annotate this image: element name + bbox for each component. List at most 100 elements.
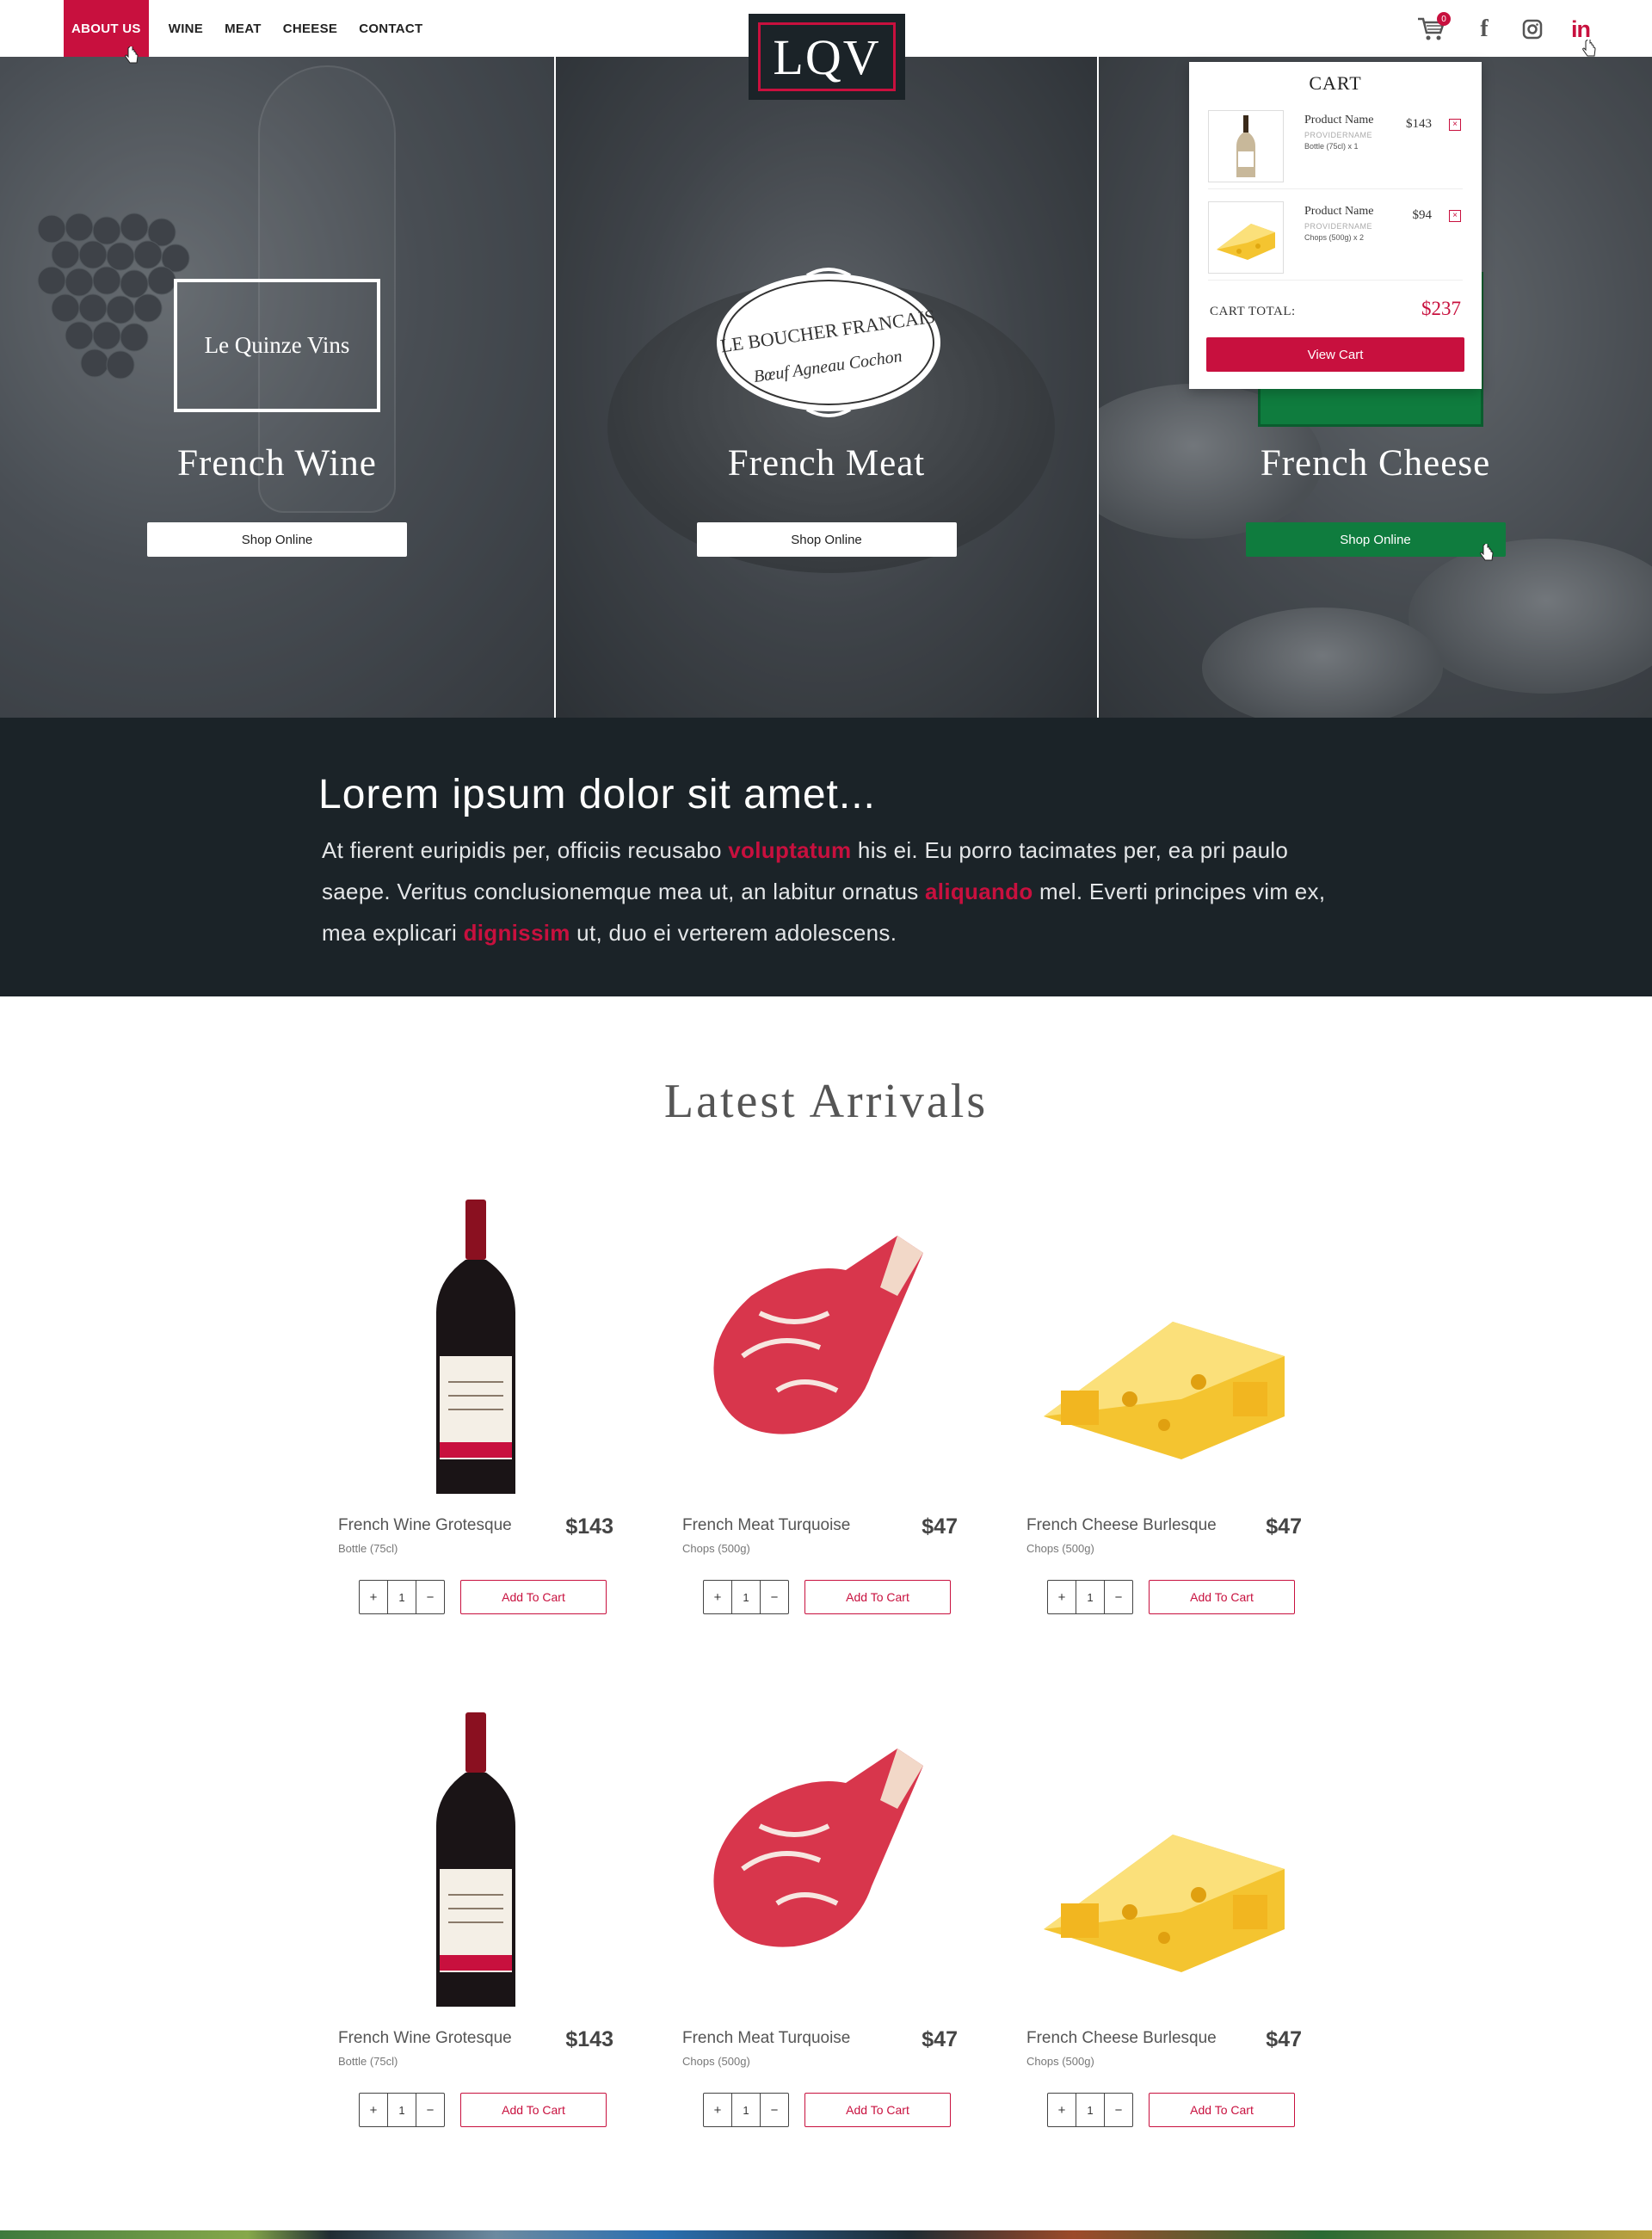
- cart-item-thumbnail[interactable]: [1208, 110, 1284, 182]
- increment-button[interactable]: +: [704, 2094, 731, 2126]
- intro-paragraph: At fierent euripidis per, officiis recus…: [322, 830, 1337, 953]
- decrement-button[interactable]: −: [761, 2094, 788, 2126]
- decrement-button[interactable]: −: [761, 1581, 788, 1613]
- product-price: $47: [922, 2027, 958, 2051]
- cheese-icon: [1044, 1835, 1285, 1972]
- add-to-cart-button[interactable]: Add To Cart: [1149, 1580, 1295, 1614]
- product-image[interactable]: [682, 1184, 958, 1502]
- instagram-glyph-icon: [1522, 19, 1543, 40]
- nav-icons: 0 f in: [1416, 12, 1592, 43]
- wine-bottle-icon: [436, 1712, 515, 2007]
- cart-icon[interactable]: 0: [1416, 12, 1451, 43]
- product-name[interactable]: French Wine Grotesque: [338, 1516, 512, 1535]
- le-quinze-vins-mark: Le Quinze Vins: [174, 279, 380, 412]
- product-price: $143: [565, 2027, 613, 2051]
- decrement-button[interactable]: −: [1105, 1581, 1132, 1613]
- intro-text-part: At fierent euripidis per, officiis recus…: [322, 837, 729, 863]
- add-to-cart-button[interactable]: Add To Cart: [460, 2093, 607, 2127]
- intro-highlight: aliquando: [925, 879, 1033, 904]
- increment-button[interactable]: +: [1048, 2094, 1076, 2126]
- quantity-value[interactable]: 1: [731, 1581, 761, 1613]
- cart-item-provider: PROVIDERNAME: [1304, 131, 1373, 139]
- quantity-stepper: +1−: [1047, 2093, 1133, 2127]
- nav-contact[interactable]: CONTACT: [359, 0, 444, 57]
- add-to-cart-button[interactable]: Add To Cart: [804, 2093, 951, 2127]
- shop-meat-button[interactable]: Shop Online: [696, 522, 957, 557]
- remove-item-button[interactable]: ×: [1449, 119, 1461, 131]
- top-nav: ABOUT US WINE MEAT CHEESE CONTACT LQV 0 …: [0, 0, 1652, 100]
- quantity-value[interactable]: 1: [731, 2094, 761, 2126]
- increment-button[interactable]: +: [360, 1581, 387, 1613]
- intro-title: Lorem ipsum dolor sit amet...: [318, 772, 876, 817]
- product-price: $47: [922, 1514, 958, 1539]
- product-name[interactable]: French Wine Grotesque: [338, 2029, 512, 2048]
- logo-text: LQV: [758, 22, 896, 91]
- le-boucher-francais-mark: LE BOUCHER FRANCAIS Bœuf Agneau Cochon: [717, 268, 940, 417]
- shop-wine-button[interactable]: Shop Online: [147, 522, 407, 557]
- product-name[interactable]: French Cheese Burlesque: [1026, 1516, 1217, 1535]
- cart-item-price: $143: [1406, 117, 1432, 131]
- add-to-cart-button[interactable]: Add To Cart: [460, 1580, 607, 1614]
- cart-item-name: Product Name: [1304, 205, 1374, 218]
- cart-item-qty: Bottle (75cl) x 1: [1304, 142, 1359, 151]
- hand-cursor-icon-3: [1480, 544, 1494, 561]
- wine-bottle-icon: [1236, 115, 1255, 177]
- product-card: French Wine Grotesque Bottle (75cl) $143 +1…: [338, 1697, 613, 2144]
- meat-panel-title: French Meat: [727, 443, 926, 484]
- instagram-icon[interactable]: [1521, 18, 1544, 40]
- product-image[interactable]: [338, 1184, 613, 1502]
- meat-steak-icon: [713, 1749, 923, 1947]
- quantity-value[interactable]: 1: [387, 1581, 416, 1613]
- quantity-value[interactable]: 1: [387, 2094, 416, 2126]
- product-name[interactable]: French Meat Turquoise: [682, 2029, 850, 2048]
- cart-total-value: $237: [1421, 298, 1461, 319]
- add-to-cart-button[interactable]: Add To Cart: [804, 1580, 951, 1614]
- cart-total-label: CART TOTAL:: [1210, 305, 1296, 318]
- nav-meat[interactable]: MEAT: [225, 0, 283, 57]
- intro-highlight: voluptatum: [728, 837, 852, 863]
- product-price: $47: [1266, 1514, 1302, 1539]
- product-name[interactable]: French Cheese Burlesque: [1026, 2029, 1217, 2048]
- quantity-stepper: +1−: [359, 2093, 445, 2127]
- cart-item-price: $94: [1412, 208, 1433, 222]
- quantity-stepper: +1−: [359, 1580, 445, 1614]
- increment-button[interactable]: +: [360, 2094, 387, 2126]
- cart-item-thumbnail[interactable]: [1208, 201, 1284, 274]
- cart-count-badge: 0: [1437, 12, 1451, 26]
- add-to-cart-button[interactable]: Add To Cart: [1149, 2093, 1295, 2127]
- product-image[interactable]: [338, 1697, 613, 2015]
- nav-wine[interactable]: WINE: [169, 0, 225, 57]
- remove-item-button[interactable]: ×: [1449, 210, 1461, 222]
- increment-button[interactable]: +: [1048, 1581, 1076, 1613]
- wine-bottle-icon: [436, 1200, 515, 1494]
- quantity-stepper: +1−: [1047, 1580, 1133, 1614]
- quantity-stepper: +1−: [703, 2093, 789, 2127]
- linkedin-icon[interactable]: in: [1569, 16, 1592, 42]
- product-image[interactable]: [1026, 1697, 1302, 2015]
- quantity-value[interactable]: 1: [1076, 2094, 1105, 2126]
- product-price: $143: [565, 1514, 613, 1539]
- nav-cheese[interactable]: CHEESE: [283, 0, 360, 57]
- decrement-button[interactable]: −: [416, 1581, 444, 1613]
- product-name[interactable]: French Meat Turquoise: [682, 1516, 850, 1535]
- site-logo[interactable]: LQV: [749, 14, 905, 100]
- nav-links: ABOUT US WINE MEAT CHEESE CONTACT: [64, 0, 445, 57]
- cart-item-qty: Chops (500g) x 2: [1304, 233, 1365, 242]
- decrement-button[interactable]: −: [416, 2094, 444, 2126]
- product-unit: Chops (500g): [1026, 1542, 1094, 1555]
- view-cart-button[interactable]: View Cart: [1206, 337, 1464, 372]
- meat-steak-icon: [713, 1236, 923, 1434]
- hand-cursor-icon: [125, 46, 139, 64]
- quantity-value[interactable]: 1: [1076, 1581, 1105, 1613]
- cart-item: Product Name PROVIDERNAME Chops (500g) x…: [1208, 191, 1463, 281]
- product-image[interactable]: [682, 1697, 958, 2015]
- product-image[interactable]: [1026, 1184, 1302, 1502]
- facebook-icon[interactable]: f: [1473, 15, 1495, 42]
- product-card: French Cheese Burlesque Chops (500g) $47 +1…: [1026, 1697, 1302, 2144]
- shop-cheese-button[interactable]: Shop Online: [1245, 522, 1506, 557]
- intro-highlight: dignissim: [463, 920, 570, 946]
- decrement-button[interactable]: −: [1105, 2094, 1132, 2126]
- quantity-stepper: +1−: [703, 1580, 789, 1614]
- increment-button[interactable]: +: [704, 1581, 731, 1613]
- cart-item-provider: PROVIDERNAME: [1304, 222, 1373, 231]
